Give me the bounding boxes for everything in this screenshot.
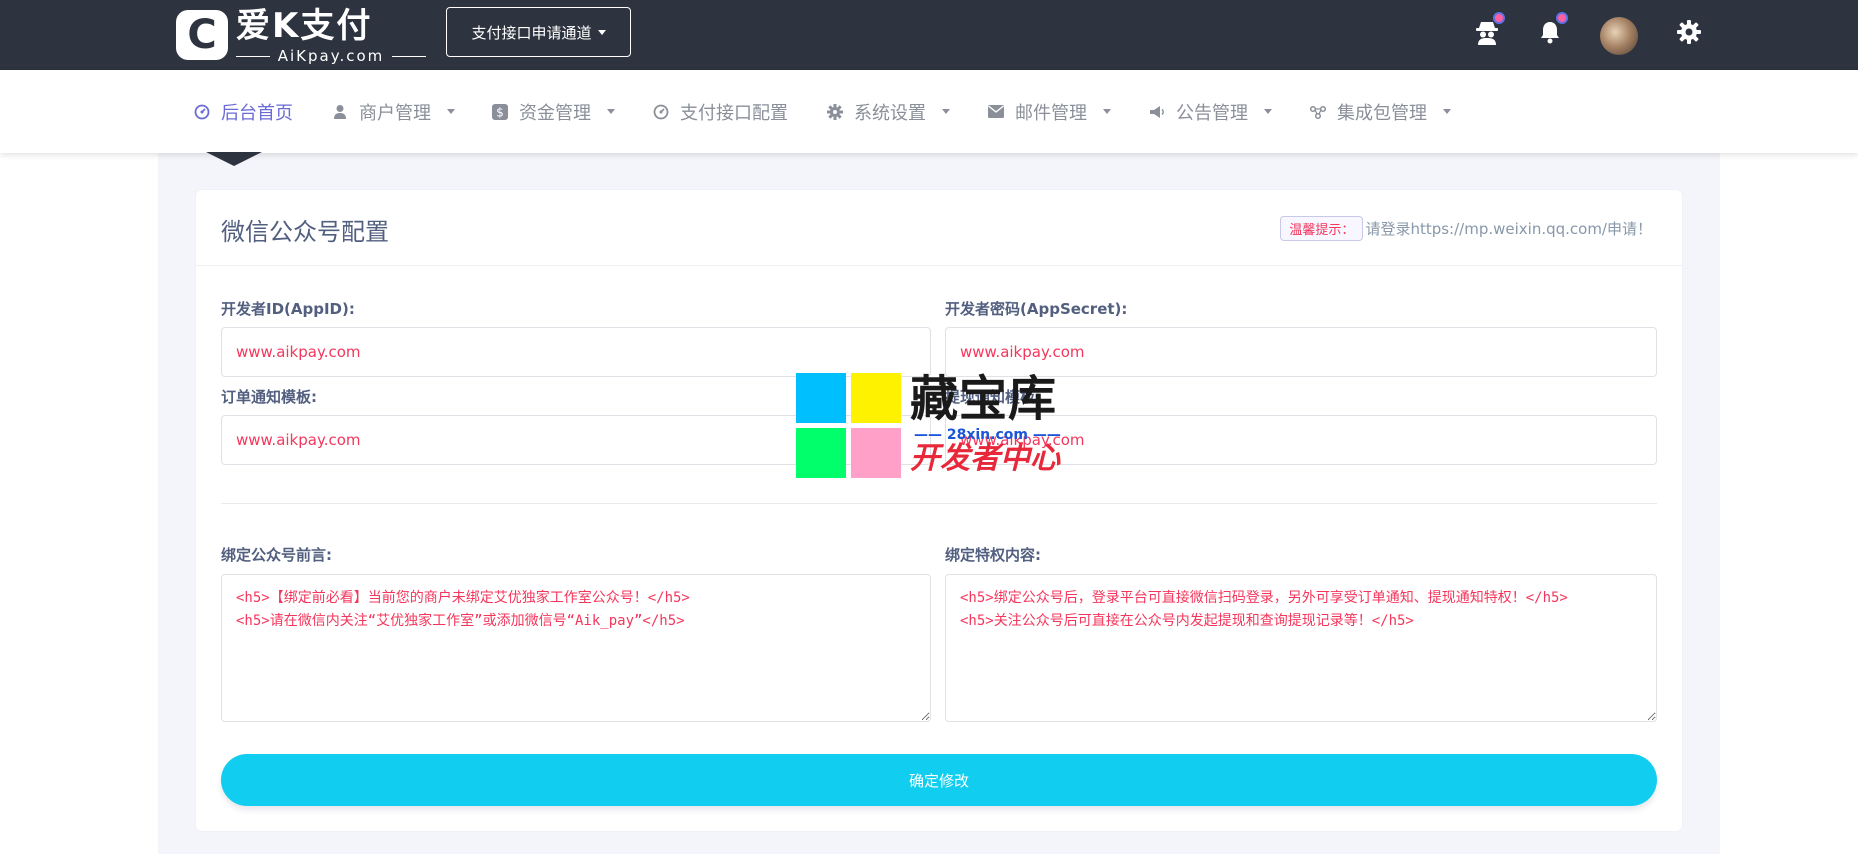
nav-item-dashboard[interactable]: 后台首页 — [193, 70, 293, 153]
avatar[interactable] — [1600, 17, 1638, 55]
chevron-down-icon — [942, 109, 950, 114]
watermark-square — [851, 428, 901, 478]
dollar-icon: $ — [491, 103, 509, 121]
nav-item-payment-config[interactable]: 支付接口配置 — [652, 70, 788, 153]
nav-item-funds[interactable]: $ 资金管理 — [491, 70, 615, 153]
main-nav: 后台首页 商户管理 $ 资金管理 支付接口配置 系统设置 邮件管理 公告管理 集… — [0, 70, 1858, 153]
appsecret-input[interactable] — [945, 327, 1657, 377]
dashboard-icon — [652, 103, 670, 121]
submit-button[interactable]: 确定修改 — [221, 754, 1657, 806]
chevron-down-icon — [607, 109, 615, 114]
chevron-down-icon — [1443, 109, 1451, 114]
bind-privilege-label: 绑定特权内容: — [945, 546, 1041, 564]
spy-icon[interactable] — [1471, 12, 1505, 48]
chevron-down-icon — [1264, 109, 1272, 114]
top-bar: C 爱K支付 AiKpay.com 支付接口申请通道 — [0, 0, 1858, 70]
megaphone-icon — [1148, 103, 1166, 121]
order-template-label: 订单通知模板: — [221, 388, 317, 406]
dashboard-icon — [193, 103, 211, 121]
bind-privilege-textarea[interactable]: <h5>绑定公众号后，登录平台可直接微信扫码登录，另外可享受订单通知、提现通知特… — [945, 574, 1657, 722]
user-icon — [331, 103, 349, 121]
chevron-down-icon — [1103, 109, 1111, 114]
nav-item-label: 邮件管理 — [1015, 102, 1087, 124]
hint-text: 请登录https://mp.weixin.qq.com/申请！ — [1365, 220, 1652, 238]
nav-item-label: 支付接口配置 — [680, 102, 788, 124]
nav-item-packages[interactable]: 集成包管理 — [1309, 70, 1451, 153]
nav-item-label: 资金管理 — [519, 102, 591, 124]
apply-channel-button[interactable]: 支付接口申请通道 — [446, 7, 631, 57]
gear-icon[interactable] — [1673, 16, 1705, 48]
hint: 温馨提示： 请登录https://mp.weixin.qq.com/申请！ — [1280, 216, 1652, 241]
logo-title: 爱K支付 — [236, 6, 373, 46]
nav-item-label: 商户管理 — [359, 102, 431, 124]
nav-item-announcement[interactable]: 公告管理 — [1148, 70, 1272, 153]
nav-item-label: 集成包管理 — [1337, 102, 1427, 124]
chevron-down-icon — [597, 29, 606, 35]
bell-icon-graphic — [1541, 22, 1559, 44]
appid-input[interactable] — [221, 327, 931, 377]
logo-subtitle: AiKpay.com — [236, 48, 426, 64]
nav-item-system-settings[interactable]: 系统设置 — [826, 70, 950, 153]
notification-dot — [1493, 12, 1505, 24]
hint-badge: 温馨提示： — [1280, 216, 1364, 241]
active-nav-pointer — [206, 152, 262, 166]
logo-mark: C — [176, 10, 228, 60]
card-header: 微信公众号配置 温馨提示： 请登录https://mp.weixin.qq.co… — [196, 190, 1682, 266]
gear-icon-graphic — [1677, 20, 1701, 44]
watermark-square — [851, 373, 901, 423]
watermark-square — [796, 373, 846, 423]
appsecret-label: 开发者密码(AppSecret): — [945, 300, 1128, 318]
bell-icon[interactable] — [1534, 12, 1568, 48]
apply-channel-label: 支付接口申请通道 — [471, 23, 592, 42]
wechat-config-card: 微信公众号配置 温馨提示： 请登录https://mp.weixin.qq.co… — [196, 190, 1682, 831]
envelope-icon — [987, 103, 1005, 121]
nav-item-mail[interactable]: 邮件管理 — [987, 70, 1111, 153]
section-divider — [221, 503, 1657, 504]
molecule-icon — [1309, 103, 1327, 121]
nav-item-label: 后台首页 — [221, 102, 293, 124]
watermark: 藏宝库 —— 28xin.com —— 开发者中心 — [796, 373, 1066, 478]
bind-preface-textarea[interactable]: <h5>【绑定前必看】当前您的商户未绑定艾优独家工作室公众号！</h5> <h5… — [221, 574, 931, 722]
bind-preface-label: 绑定公众号前言: — [221, 546, 332, 564]
watermark-title: 藏宝库 — [910, 371, 1058, 427]
notification-dot — [1556, 12, 1568, 24]
watermark-square — [796, 428, 846, 478]
nav-item-label: 公告管理 — [1176, 102, 1248, 124]
brand-logo[interactable]: C 爱K支付 AiKpay.com — [176, 6, 426, 64]
appid-label: 开发者ID(AppID): — [221, 300, 355, 318]
gear-icon — [826, 103, 844, 121]
page-title: 微信公众号配置 — [221, 218, 389, 246]
chevron-down-icon — [447, 109, 455, 114]
nav-item-label: 系统设置 — [854, 102, 926, 124]
svg-text:$: $ — [496, 105, 504, 119]
nav-item-merchant[interactable]: 商户管理 — [331, 70, 455, 153]
watermark-subtitle: 开发者中心 — [910, 441, 1060, 476]
